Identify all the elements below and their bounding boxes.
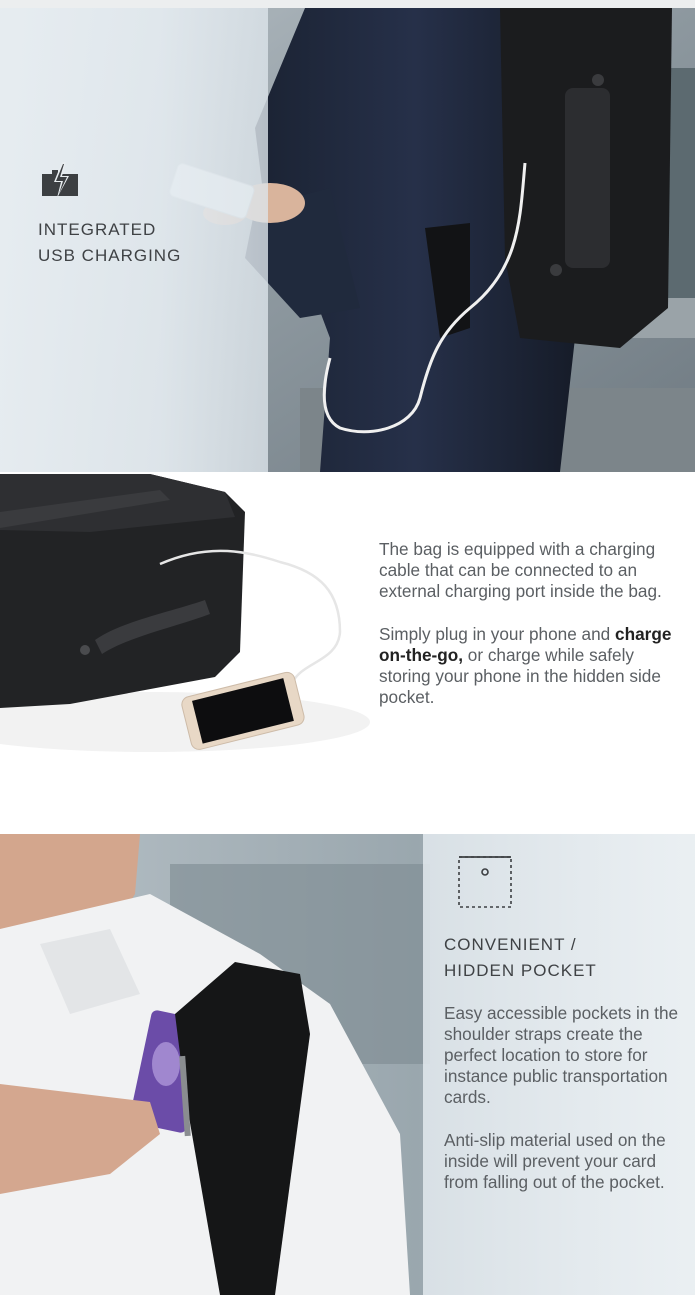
pocket-paragraph-1: Easy accessible pockets in the shoulder … <box>444 1003 679 1107</box>
bag-with-phone-photo <box>0 472 380 762</box>
pocket-icon <box>458 856 512 908</box>
description-text-part: Simply plug in your phone and <box>379 624 616 644</box>
heading-line-2: HIDDEN POCKET <box>444 961 597 980</box>
description-paragraph-1: The bag is equipped with a charging cabl… <box>379 539 662 601</box>
heading-line-1: INTEGRATED <box>38 220 157 239</box>
hidden-pocket-description: Easy accessible pockets in the shoulder … <box>444 1003 684 1215</box>
heading-line-1: CONVENIENT / <box>444 935 577 954</box>
usb-charging-heading: INTEGRATED USB CHARGING <box>38 217 181 269</box>
hidden-pocket-section: CONVENIENT / HIDDEN POCKET Easy accessib… <box>0 834 695 1295</box>
top-strip <box>0 0 695 8</box>
description-paragraph-2: Simply plug in your phone and charge on-… <box>379 624 684 708</box>
heading-line-2: USB CHARGING <box>38 246 182 265</box>
pocket-paragraph-2: Anti-slip material used on the inside wi… <box>444 1130 666 1192</box>
charging-description-section: The bag is equipped with a charging cabl… <box>0 472 695 834</box>
charging-bolt-icon <box>42 162 78 198</box>
charging-description-text: The bag is equipped with a charging cabl… <box>379 539 684 730</box>
usb-charging-section: INTEGRATED USB CHARGING <box>0 0 695 472</box>
hidden-pocket-heading: CONVENIENT / HIDDEN POCKET <box>444 932 597 984</box>
